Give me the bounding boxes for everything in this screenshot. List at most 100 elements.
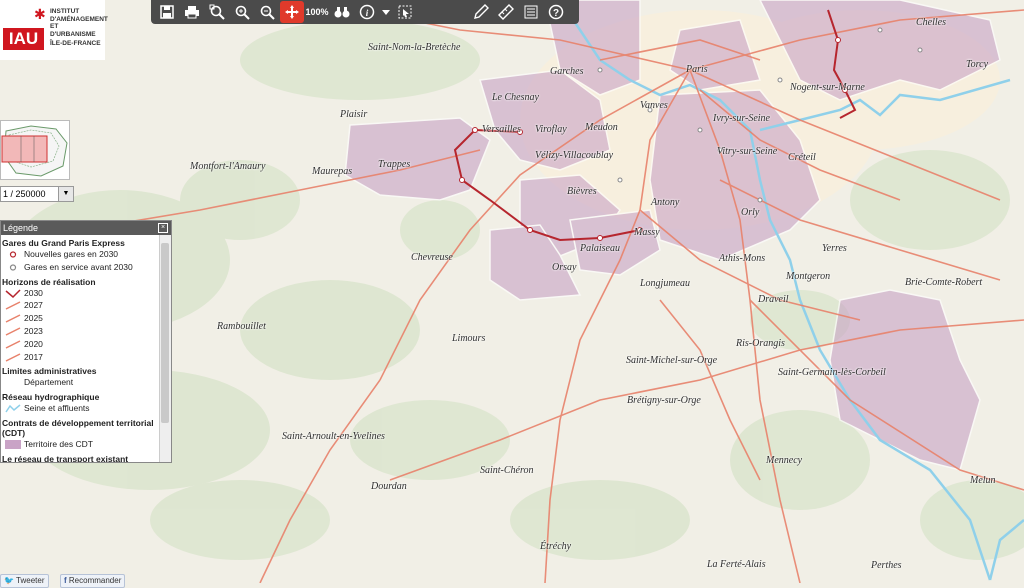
print-icon[interactable] [180, 1, 204, 23]
place-label[interactable]: Antony [651, 197, 679, 208]
line-2023-icon [5, 327, 21, 336]
legend-item: Territoire des CDT [2, 438, 159, 451]
place-label[interactable]: Orly [741, 207, 759, 218]
dropdown-arrow-icon[interactable] [380, 1, 392, 23]
legend-item: Seine et affluents [2, 402, 159, 415]
place-label[interactable]: Mennecy [766, 455, 802, 466]
place-label[interactable]: Massy [634, 227, 660, 238]
zoom-box-icon[interactable] [205, 1, 229, 23]
place-label[interactable]: Nogent-sur-Marne [790, 82, 865, 93]
map-toolbar: 100% i ? [151, 0, 579, 24]
overview-map[interactable] [0, 120, 70, 180]
chevron-down-icon[interactable]: ▼ [58, 187, 73, 201]
place-label[interactable]: Versailles [482, 124, 521, 135]
place-label[interactable]: Saint-Arnoult-en-Yvelines [282, 431, 385, 442]
place-label[interactable]: Meudon [585, 122, 618, 133]
recommend-button[interactable]: f Recommander [60, 574, 126, 588]
legend-header: Légende × [1, 221, 171, 235]
place-label[interactable]: Bièvres [567, 186, 597, 197]
info-icon[interactable]: i [355, 1, 379, 23]
legend-item: 2027 [2, 299, 159, 312]
place-label[interactable]: Orsay [552, 262, 576, 273]
place-label[interactable]: Montgeron [786, 271, 830, 282]
legend-item-label: 2025 [24, 313, 43, 324]
scale-selector[interactable]: 1 / 250000 ▼ [0, 186, 74, 202]
draw-pencil-icon[interactable] [469, 1, 493, 23]
place-label[interactable]: Longjumeau [640, 278, 690, 289]
zoom-out-icon[interactable] [255, 1, 279, 23]
close-icon[interactable]: × [158, 223, 168, 233]
place-label[interactable]: Draveil [758, 294, 789, 305]
place-label[interactable]: Dourdan [371, 481, 407, 492]
legend-item: 2030 [2, 287, 159, 300]
save-icon[interactable] [155, 1, 179, 23]
measure-ruler-icon[interactable] [494, 1, 518, 23]
legend-item: Nouvelles gares en 2030 [2, 248, 159, 261]
select-icon[interactable] [393, 1, 417, 23]
existing-station-icon [9, 264, 17, 271]
place-label[interactable]: Garches [550, 66, 584, 77]
place-label[interactable]: Saint-Michel-sur-Orge [626, 355, 717, 366]
facebook-icon: f [64, 576, 67, 585]
place-label[interactable]: Maurepas [312, 166, 352, 177]
place-label[interactable]: Melun [970, 475, 996, 486]
place-label[interactable]: Limours [452, 333, 485, 344]
place-label[interactable]: La Ferté-Alais [707, 559, 766, 570]
legend-item-label: 2020 [24, 338, 43, 349]
place-label[interactable]: Rambouillet [217, 321, 266, 332]
svg-text:?: ? [553, 8, 559, 19]
place-label[interactable]: Le Chesnay [492, 92, 539, 103]
legend-item: 2023 [2, 325, 159, 338]
legend-item-label: Territoire des CDT [24, 438, 93, 449]
logo-acronym: IAU [3, 28, 44, 50]
binoculars-icon[interactable] [330, 1, 354, 23]
place-label[interactable]: Saint-Germain-lès-Corbeil [778, 367, 886, 378]
place-label[interactable]: Perthes [871, 560, 902, 571]
list-icon[interactable] [519, 1, 543, 23]
place-label[interactable]: Étréchy [540, 541, 571, 552]
twitter-icon: 🐦 [4, 576, 14, 585]
place-label[interactable]: Montfort-l'Amaury [190, 161, 265, 172]
place-label[interactable]: Vanves [640, 100, 668, 111]
place-label[interactable]: Palaiseau [580, 243, 620, 254]
legend-item: Gares en service avant 2030 [2, 261, 159, 274]
help-icon[interactable]: ? [544, 1, 568, 23]
pan-icon[interactable] [280, 1, 304, 23]
place-label[interactable]: Ris-Orangis [736, 338, 785, 349]
place-label[interactable]: Vélizy-Villacoublay [535, 150, 613, 161]
place-label[interactable]: Chevreuse [411, 252, 453, 263]
place-label[interactable]: Saint-Nom-la-Bretèche [368, 42, 460, 53]
logo-star-icon: ✱ [34, 6, 46, 22]
place-label[interactable]: Ivry-sur-Seine [713, 113, 770, 124]
place-label[interactable]: Viroflay [535, 124, 567, 135]
zoom-in-icon[interactable] [230, 1, 254, 23]
legend-section-title: Horizons de réalisation [2, 276, 96, 287]
legend-item: 2020 [2, 338, 159, 351]
legend-item-label: 2030 [24, 287, 43, 298]
tweet-button[interactable]: 🐦 Tweeter [0, 574, 49, 588]
river-icon [5, 404, 21, 413]
place-label[interactable]: Brie-Comte-Robert [905, 277, 982, 288]
place-label[interactable]: Torcy [966, 59, 988, 70]
line-2025-icon [5, 314, 21, 323]
place-label[interactable]: Créteil [788, 152, 816, 163]
place-label[interactable]: Yerres [822, 243, 847, 254]
line-2027-icon [5, 301, 21, 311]
place-label[interactable]: Paris [686, 64, 708, 75]
place-label[interactable]: Trappes [378, 159, 410, 170]
zoom-100-icon[interactable]: 100% [305, 1, 329, 23]
legend-scrollbar[interactable] [159, 235, 171, 462]
place-label[interactable]: Saint-Chéron [480, 465, 534, 476]
place-label[interactable]: Plaisir [340, 109, 367, 120]
legend-panel: Légende × Gares du Grand Paris Express N… [0, 220, 172, 463]
place-label[interactable]: Brétigny-sur-Orge [627, 395, 701, 406]
legend-scrollbar-thumb[interactable] [161, 243, 169, 423]
legend-section-title: Limites administratives [2, 366, 97, 377]
svg-text:i: i [366, 8, 369, 18]
legend-item-label: 2027 [24, 300, 43, 311]
place-label[interactable]: Athis-Mons [719, 253, 765, 264]
place-label[interactable]: Chelles [916, 17, 946, 28]
iau-logo[interactable]: ✱ IAU INSTITUT D'AMÉNAGEMENT ET D'URBANI… [0, 0, 108, 60]
place-label[interactable]: Vitry-sur-Seine [717, 146, 777, 157]
